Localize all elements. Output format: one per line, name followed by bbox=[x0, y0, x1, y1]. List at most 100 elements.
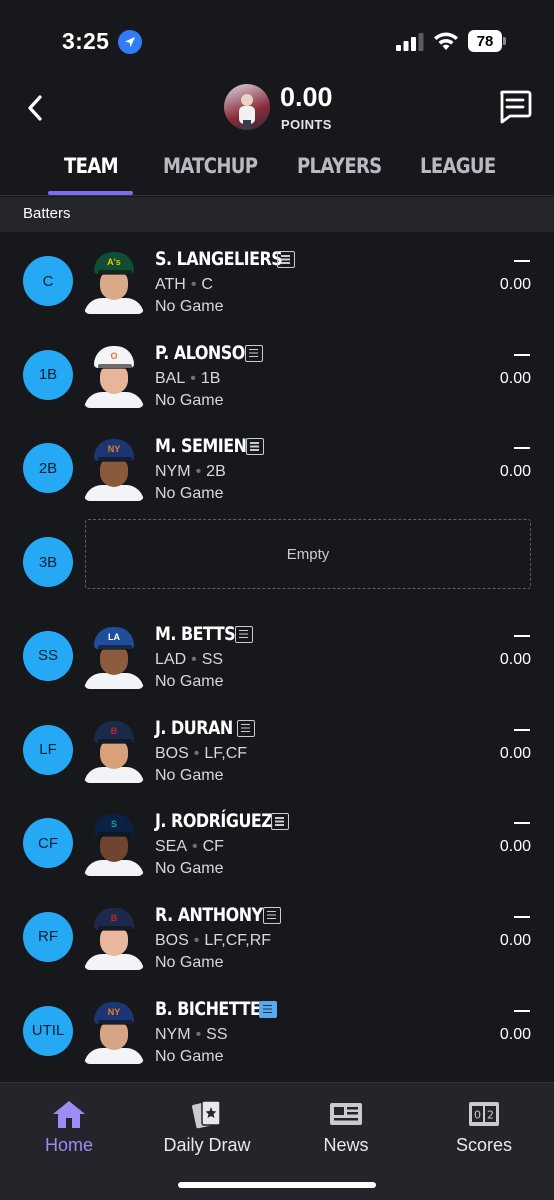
player-team: BOS bbox=[155, 744, 189, 762]
game-status: No Game bbox=[155, 298, 224, 315]
tab-players[interactable]: PLAYERS bbox=[297, 154, 382, 178]
game-status: No Game bbox=[155, 860, 224, 878]
roster-row[interactable]: CF S J. RODRÍGUEZ SEA • CF No Game 0.00 bbox=[0, 796, 554, 890]
roster-row[interactable]: RF B R. ANTHONY BOS • LF,CF,RF No Game 0.00 bbox=[0, 890, 554, 984]
nav-scores-label: Scores bbox=[455, 1135, 513, 1155]
location-arrow-icon bbox=[118, 30, 142, 54]
roster-row-empty[interactable]: 3B Empty bbox=[0, 515, 554, 609]
tab-team[interactable]: TEAM bbox=[64, 154, 119, 178]
player-note-icon[interactable] bbox=[277, 251, 295, 268]
player-points: 0.00 bbox=[499, 369, 531, 387]
player-note-icon[interactable] bbox=[263, 906, 281, 924]
divider bbox=[0, 195, 554, 196]
separator-dot: • bbox=[190, 369, 196, 387]
roster-row[interactable]: UTIL NY B. BICHETTE NYM • SS No Game 0.00 bbox=[0, 984, 554, 1078]
player-points: 0.00 bbox=[499, 463, 531, 481]
roster-row[interactable]: LF B J. DURAN BOS • LF,CF No Game 0.00 bbox=[0, 703, 554, 797]
player-name[interactable]: S. LANGELIERS bbox=[155, 248, 283, 270]
player-eligible-positions: 2B bbox=[206, 463, 226, 481]
player-team: BOS bbox=[155, 931, 189, 949]
player-team-positions: NYM • 2B bbox=[155, 463, 226, 481]
roster-row[interactable]: 1B O P. ALONSO BAL • 1B No Game 0.00 bbox=[0, 328, 554, 422]
player-name[interactable]: J. RODRÍGUEZ bbox=[155, 810, 273, 832]
position-badge[interactable]: 2B bbox=[23, 443, 73, 494]
game-status: No Game bbox=[155, 953, 224, 971]
player-headshot[interactable]: B bbox=[84, 717, 144, 783]
player-name[interactable]: R. ANTHONY bbox=[155, 904, 263, 926]
roster-row[interactable]: SS LA M. BETTS LAD • SS No Game 0.00 bbox=[0, 609, 554, 703]
stat-placeholder-dash bbox=[514, 1009, 530, 1012]
stat-placeholder-dash bbox=[514, 822, 530, 825]
player-note-icon[interactable] bbox=[271, 813, 289, 831]
player-points: 0.00 bbox=[499, 744, 531, 762]
cards-icon bbox=[192, 1100, 221, 1129]
player-headshot[interactable]: A's bbox=[84, 248, 144, 314]
player-headshot[interactable]: NY bbox=[84, 998, 144, 1064]
roster-row[interactable]: 2B NY M. SEMIEN NYM • 2B No Game 0.00 bbox=[0, 421, 554, 515]
player-headshot[interactable]: LA bbox=[84, 623, 144, 689]
tab-matchup[interactable]: MATCHUP bbox=[163, 154, 258, 178]
back-button[interactable] bbox=[20, 90, 50, 126]
team-avatar[interactable] bbox=[224, 84, 270, 130]
game-status: No Game bbox=[155, 672, 224, 690]
player-eligible-positions: CF bbox=[202, 838, 224, 856]
player-team: SEA bbox=[155, 838, 188, 856]
position-badge[interactable]: UTIL bbox=[23, 1005, 73, 1056]
stat-placeholder-dash bbox=[514, 260, 530, 262]
player-headshot[interactable]: B bbox=[84, 904, 144, 970]
player-name[interactable]: P. ALONSO bbox=[155, 342, 245, 364]
player-name[interactable]: B. BICHETTE bbox=[155, 998, 261, 1020]
player-points: 0.00 bbox=[499, 931, 531, 949]
player-note-icon[interactable] bbox=[246, 438, 264, 456]
game-status: No Game bbox=[155, 485, 224, 503]
game-status: No Game bbox=[155, 766, 224, 784]
nav-news[interactable]: News bbox=[281, 1099, 411, 1159]
empty-slot[interactable]: Empty bbox=[85, 519, 531, 590]
nav-daily-draw-label: Daily Draw bbox=[163, 1135, 251, 1155]
player-name[interactable]: J. DURAN bbox=[155, 717, 233, 739]
position-badge[interactable]: LF bbox=[23, 724, 73, 775]
tab-league[interactable]: LEAGUE bbox=[420, 154, 496, 178]
section-header: Batters bbox=[0, 197, 554, 232]
game-status: No Game bbox=[155, 1047, 224, 1065]
player-note-icon[interactable] bbox=[237, 719, 255, 737]
player-team-positions: ATH • C bbox=[155, 276, 213, 294]
player-name[interactable]: M. SEMIEN bbox=[155, 435, 247, 457]
player-headshot[interactable]: O bbox=[84, 342, 144, 408]
player-eligible-positions: LF,CF,RF bbox=[204, 931, 272, 949]
position-badge[interactable]: 3B bbox=[23, 537, 73, 588]
position-badge[interactable]: CF bbox=[23, 818, 73, 869]
svg-text:0: 0 bbox=[474, 1109, 481, 1122]
player-eligible-positions: C bbox=[201, 276, 213, 293]
newspaper-icon bbox=[330, 1103, 362, 1125]
stat-placeholder-dash bbox=[514, 447, 530, 450]
chevron-left-icon bbox=[28, 95, 42, 121]
nav-scores[interactable]: 0 2 Scores bbox=[419, 1099, 549, 1159]
player-team-positions: BOS • LF,CF,RF bbox=[155, 932, 271, 950]
roster-row[interactable]: C A's S. LANGELIERS ATH • C No Game 0.00 bbox=[0, 234, 554, 328]
player-headshot[interactable]: S bbox=[84, 810, 144, 877]
separator-dot: • bbox=[190, 276, 197, 293]
nav-home[interactable]: Home bbox=[4, 1099, 134, 1159]
player-note-icon[interactable] bbox=[259, 1000, 277, 1018]
player-note-icon[interactable] bbox=[245, 344, 263, 362]
stat-placeholder-dash bbox=[514, 915, 530, 918]
chat-button[interactable] bbox=[496, 88, 534, 126]
player-note-icon[interactable] bbox=[235, 625, 253, 643]
player-eligible-positions: SS bbox=[201, 650, 224, 668]
separator-dot: • bbox=[192, 838, 198, 856]
position-badge[interactable]: SS bbox=[23, 630, 73, 681]
chat-bubble-icon bbox=[500, 90, 532, 124]
position-badge[interactable]: RF bbox=[23, 911, 73, 962]
player-eligible-positions: 1B bbox=[200, 369, 221, 387]
header-points-label: POINTS bbox=[281, 117, 332, 132]
player-headshot[interactable]: NY bbox=[84, 435, 144, 502]
nav-home-label: Home bbox=[44, 1135, 93, 1155]
player-name[interactable]: M. BETTS bbox=[155, 623, 236, 645]
player-team-positions: NYM • SS bbox=[155, 1026, 228, 1044]
position-badge[interactable]: 1B bbox=[23, 349, 73, 400]
svg-text:2: 2 bbox=[487, 1109, 494, 1122]
separator-dot: • bbox=[195, 463, 202, 481]
nav-daily-draw[interactable]: Daily Draw bbox=[142, 1099, 272, 1159]
position-badge[interactable]: C bbox=[23, 256, 73, 306]
